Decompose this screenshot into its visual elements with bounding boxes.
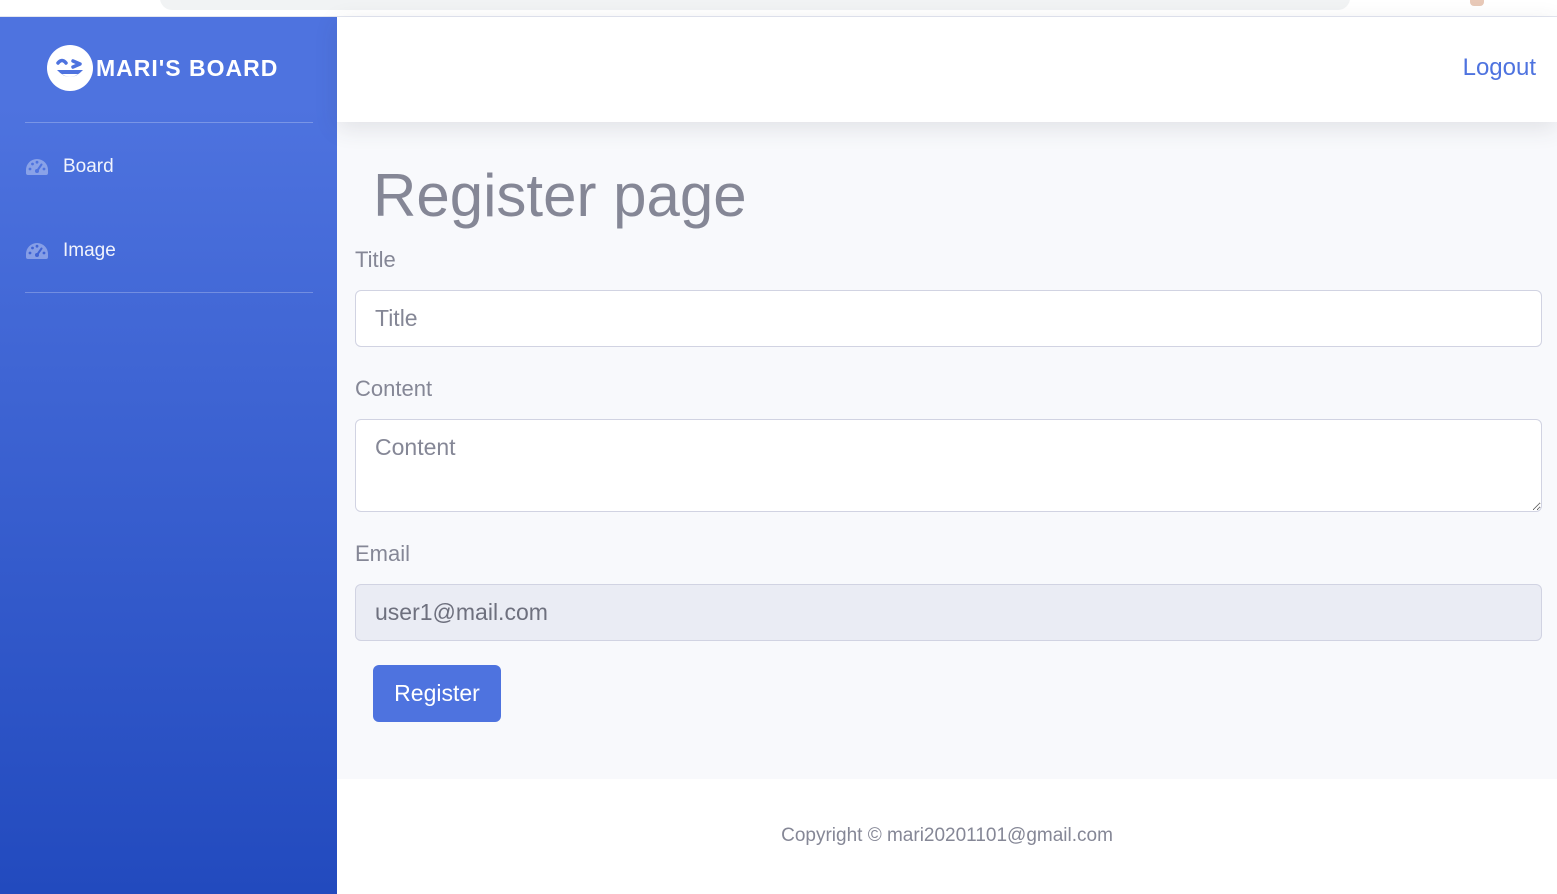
footer: Copyright © mari20201101@gmail.com [337,779,1557,894]
email-field [355,584,1542,641]
extension-icon[interactable] [1470,0,1484,6]
title-label: Title [355,247,396,272]
tachometer-icon [26,159,48,175]
logout-link[interactable]: Logout [1463,54,1536,82]
browser-chrome [0,0,1557,17]
content-label: Content [355,376,433,401]
main-content: Register page Title Content Email Regist… [337,122,1557,779]
sidebar-item-board[interactable]: Board [25,152,114,182]
topbar: Logout [337,17,1557,122]
register-button[interactable]: Register [373,665,501,722]
copyright-text: Copyright © mari20201101@gmail.com [781,825,1113,846]
sidebar-divider [25,292,313,293]
sidebar: MARI'S BOARD Board Image [0,17,337,894]
brand-name: MARI'S BOARD [96,54,279,81]
laughing-face-icon [47,45,93,91]
address-bar[interactable] [160,0,1350,10]
sidebar-item-label: Board [63,156,114,177]
page-title: Register page [373,162,747,229]
content-textarea[interactable] [355,419,1542,512]
tachometer-icon [26,243,48,259]
sidebar-item-image[interactable]: Image [25,236,116,266]
sidebar-item-label: Image [63,240,116,261]
email-label: Email [355,541,411,566]
sidebar-brand[interactable]: MARI'S BOARD [46,44,278,92]
sidebar-divider [25,122,313,123]
title-input[interactable] [355,290,1542,347]
